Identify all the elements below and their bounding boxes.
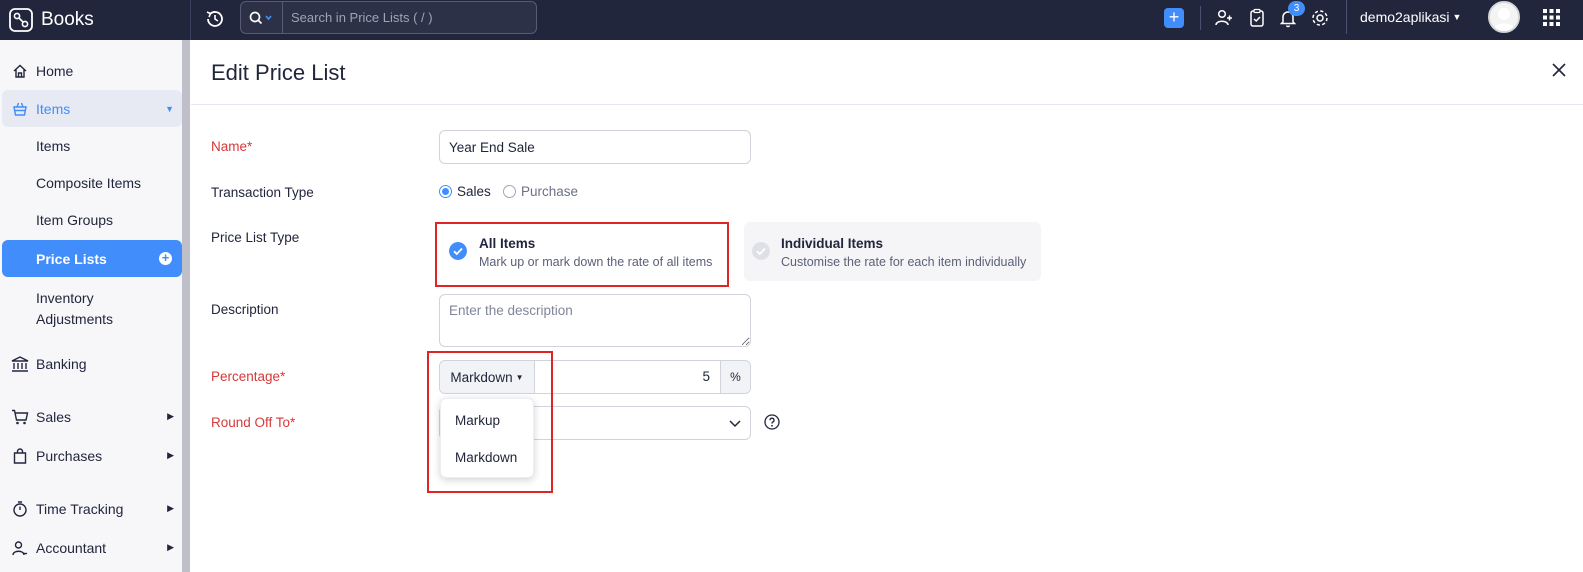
individual-items-title: Individual Items (781, 236, 884, 251)
sidebar-item-home[interactable]: Home (2, 52, 182, 89)
basket-icon (10, 99, 30, 119)
chevron-down-icon: ▼ (1452, 12, 1462, 22)
radio-selected-icon (439, 185, 452, 198)
page-header: Edit Price List (191, 40, 1583, 105)
caret-right-icon: ▶ (167, 542, 174, 552)
caret-right-icon: ▶ (167, 450, 174, 460)
description-label: Description (211, 302, 279, 317)
sidebar-item-label: Accountant (36, 539, 107, 556)
apps-grid-icon[interactable] (1543, 9, 1560, 26)
sidebar-item-label: Purchases (36, 447, 103, 464)
quick-create-button[interactable]: + (1164, 8, 1184, 28)
search-input[interactable] (283, 10, 523, 25)
app-name: Books (41, 9, 94, 30)
sidebar-item-label: Price Lists (36, 250, 107, 267)
sidebar-item-label-line2: Adjustments (36, 311, 114, 327)
name-field (439, 130, 751, 164)
sidebar-item-label: Time Tracking (36, 500, 124, 517)
tasks-icon[interactable] (1247, 8, 1267, 28)
search-scope-button[interactable] (241, 2, 283, 33)
description-textarea[interactable] (439, 294, 751, 347)
shopping-bag-icon (10, 446, 30, 466)
topbar-divider (1200, 6, 1201, 30)
user-avatar-icon (1493, 8, 1515, 31)
individual-items-option-card[interactable]: Individual Items Customise the rate for … (744, 222, 1041, 281)
search-bar (240, 1, 537, 34)
sidebar-subitem-price-lists[interactable]: Price Lists + (2, 240, 182, 277)
sidebar-item-label: Home (36, 62, 74, 79)
app-brand[interactable]: Books (0, 0, 190, 40)
settings-gear-icon[interactable] (1310, 8, 1330, 28)
round-off-label: Round Off To* (211, 415, 296, 430)
name-input[interactable] (440, 131, 750, 163)
stopwatch-icon (10, 499, 30, 519)
close-icon[interactable] (1551, 62, 1567, 78)
radio-label: Purchase (521, 184, 579, 199)
sidebar-item-time-tracking[interactable]: Time Tracking ▶ (2, 490, 182, 527)
user-avatar[interactable] (1488, 1, 1520, 33)
add-price-list-icon[interactable]: + (159, 251, 172, 265)
sidebar-item-label: Banking (36, 355, 87, 372)
caret-down-icon: ▼ (165, 103, 174, 114)
percentage-label: Percentage* (211, 369, 286, 384)
transaction-type-label: Transaction Type (211, 185, 314, 200)
chevron-down-icon (729, 420, 741, 428)
sidebar-item-items[interactable]: Items ▼ (2, 90, 182, 127)
refer-users-icon[interactable] (1214, 8, 1234, 28)
caret-right-icon: ▶ (167, 503, 174, 513)
checkmark-circle-icon (752, 242, 770, 260)
page-title: Edit Price List (211, 60, 346, 85)
radio-unselected-icon (503, 185, 516, 198)
sidebar-item-accountant[interactable]: Accountant ▶ (2, 529, 182, 566)
accountant-icon (10, 538, 30, 558)
percentage-value-input[interactable]: 5 (535, 361, 720, 393)
sidebar-subitem-item-groups[interactable]: Item Groups (2, 212, 182, 228)
sidebar-item-label-line1: Inventory (36, 290, 94, 306)
price-list-type-label: Price List Type (211, 230, 300, 245)
transaction-type-sales-radio[interactable]: Sales (439, 184, 491, 199)
sidebar-subitem-inventory-adjustments[interactable]: Inventory Adjustments (2, 288, 182, 330)
sidebar-item-purchases[interactable]: Purchases ▶ (2, 437, 182, 474)
notification-count-badge: 3 (1288, 1, 1305, 16)
search-icon (249, 11, 272, 24)
caret-right-icon: ▶ (167, 411, 174, 421)
organization-switcher[interactable]: demo2aplikasi ▼ (1346, 0, 1461, 34)
sidebar-item-sales[interactable]: Sales ▶ (2, 398, 182, 435)
org-name: demo2aplikasi (1360, 9, 1450, 25)
percent-symbol: % (720, 361, 750, 393)
individual-items-description: Customise the rate for each item individ… (781, 255, 1027, 269)
help-question-icon[interactable] (764, 414, 780, 430)
books-logo-icon (9, 8, 33, 32)
top-bar: Books + 3 demo2apl (0, 0, 1583, 40)
all-items-highlight-box (435, 222, 729, 287)
recent-history-icon[interactable] (204, 8, 226, 30)
bank-icon (10, 354, 30, 374)
radio-label: Sales (457, 184, 491, 199)
sidebar-item-label: Items (36, 100, 71, 117)
name-label: Name* (211, 139, 253, 154)
sidebar-subitem-items[interactable]: Items (2, 138, 182, 154)
transaction-type-purchase-radio[interactable]: Purchase (503, 184, 578, 199)
cart-icon (10, 407, 30, 427)
sidebar-scrollbar[interactable] (182, 40, 190, 572)
percentage-dropdown-highlight-box (427, 351, 553, 493)
sidebar-item-banking[interactable]: Banking (2, 345, 182, 382)
sidebar-item-label: Sales (36, 408, 72, 425)
home-icon (10, 61, 30, 81)
brand-divider (190, 0, 191, 40)
sidebar-subitem-composite-items[interactable]: Composite Items (2, 175, 182, 191)
